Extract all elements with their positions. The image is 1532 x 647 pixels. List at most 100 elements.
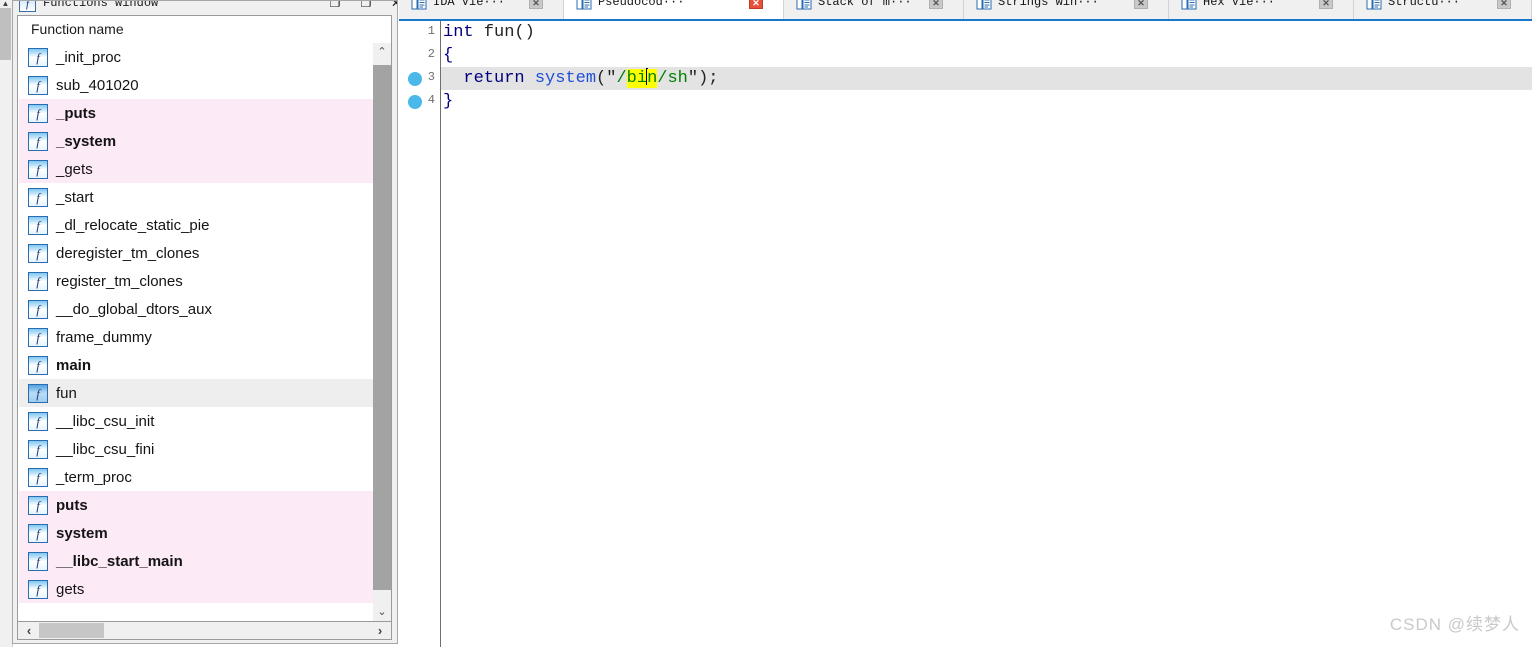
ida-view-icon [411, 0, 427, 10]
function-f-icon: f [28, 271, 48, 291]
function-f-icon: f [28, 467, 48, 487]
function-list-item[interactable]: f deregister_tm_clones [19, 239, 374, 267]
horizontal-scrollbar-thumb[interactable] [39, 623, 104, 638]
function-list-item[interactable]: f _puts [19, 99, 374, 127]
function-list-item[interactable]: f __libc_start_main [19, 547, 374, 575]
column-header-function-name: Function name [31, 21, 124, 37]
functions-vertical-scrollbar[interactable]: ⌃ ⌄ [373, 43, 391, 621]
call-system[interactable]: system [535, 69, 596, 88]
function-signature: fun() [473, 23, 535, 42]
close-brace: } [443, 92, 454, 111]
open-brace: { [443, 46, 454, 65]
string-suffix: /sh [657, 69, 688, 88]
tab-close-icon[interactable]: ✕ [1497, 0, 1511, 9]
function-list-item[interactable]: f _init_proc [19, 43, 374, 71]
close-quote-paren-semicolon: "); [687, 69, 719, 88]
view-tab[interactable]: Strings win··· ✕ [964, 0, 1169, 20]
function-list-item[interactable]: f _system [19, 127, 374, 155]
functions-list[interactable]: f _init_proc f sub_401020 f _puts f _system f _ge… [19, 43, 374, 621]
view-tab-label: IDA Vie··· [433, 0, 506, 9]
function-list-item[interactable]: f __libc_csu_fini [19, 435, 374, 463]
function-list-item[interactable]: f __do_global_dtors_aux [19, 295, 374, 323]
function-name-label: _system [56, 132, 117, 150]
strings-icon [976, 0, 992, 10]
function-list-item[interactable]: f frame_dummy [19, 323, 374, 351]
function-list-item[interactable]: f _gets [19, 155, 374, 183]
functions-window: f Functions window ❐ ❐ ✕ Function name f… [12, 0, 398, 644]
function-name-label: _term_proc [56, 468, 132, 486]
function-list-item[interactable]: f _dl_relocate_static_pie [19, 211, 374, 239]
view-tab-label: Stack of m··· [818, 0, 912, 9]
function-list-item[interactable]: f __libc_csu_init [19, 407, 374, 435]
pseudocode-view[interactable]: 1 int fun() 2 { 3 return system("/bin/sh… [399, 21, 1532, 647]
function-list-item[interactable]: f gets [19, 575, 374, 603]
function-name-label: register_tm_clones [56, 272, 183, 290]
scroll-up-icon[interactable]: ⌃ [373, 43, 391, 61]
view-tab-label: Strings win··· [998, 0, 1099, 9]
function-name-label: main [56, 356, 92, 374]
tab-close-icon[interactable]: ✕ [929, 0, 943, 9]
function-list-item[interactable]: f register_tm_clones [19, 267, 374, 295]
function-list-item[interactable]: f _term_proc [19, 463, 374, 491]
tab-close-icon[interactable]: ✕ [1319, 0, 1333, 9]
function-name-label: deregister_tm_clones [56, 244, 200, 262]
function-f-icon: f [28, 187, 48, 207]
maximize-button[interactable]: ❐ [326, 1, 344, 10]
functions-horizontal-scrollbar[interactable]: ‹ › [17, 621, 392, 640]
view-tab[interactable]: Pseudocod··· ✕ [564, 0, 784, 20]
function-name-label: __libc_csu_init [56, 412, 155, 430]
function-f-icon: f [28, 439, 48, 459]
view-tab[interactable]: Structu··· ✕ [1354, 0, 1532, 20]
code-line: 4 } [399, 90, 1532, 113]
function-list-item[interactable]: f _start [19, 183, 374, 211]
function-f-icon: f [28, 75, 48, 95]
code-text: int fun() [443, 21, 535, 44]
close-button[interactable]: ✕ [387, 1, 397, 10]
scroll-down-icon[interactable]: ⌄ [373, 603, 391, 621]
scroll-right-icon[interactable]: › [371, 622, 389, 639]
function-name-label: system [56, 524, 108, 542]
dock-collapse-icon[interactable]: ▲ [1, 0, 10, 8]
tab-close-icon[interactable]: ✕ [749, 0, 763, 9]
stack-icon [796, 0, 812, 10]
function-list-item[interactable]: f puts [19, 491, 374, 519]
view-tabbar[interactable]: IDA Vie··· ✕ Pseudocod··· ✕ Stack of m··· ✕ St… [399, 0, 1532, 20]
code-line: 1 int fun() [399, 21, 1532, 44]
function-name-label: gets [56, 580, 85, 598]
function-name-label: puts [56, 496, 88, 514]
string-prefix: / [616, 69, 627, 88]
gutter-separator [440, 21, 441, 647]
function-list-item[interactable]: f sub_401020 [19, 71, 374, 99]
restore-button[interactable]: ❐ [357, 1, 375, 10]
function-list-item[interactable]: f main [19, 351, 374, 379]
vertical-scrollbar-thumb[interactable] [373, 65, 391, 590]
function-f-icon: f [28, 327, 48, 347]
view-tab[interactable]: Hex Vie··· ✕ [1169, 0, 1354, 20]
tab-close-icon[interactable]: ✕ [529, 0, 543, 9]
functions-column-header[interactable]: Function name [18, 16, 391, 43]
tab-close-icon[interactable]: ✕ [1134, 0, 1148, 9]
code-text: { [443, 44, 453, 67]
view-tab[interactable]: Stack of m··· ✕ [784, 0, 964, 20]
function-list-item[interactable]: f system [19, 519, 374, 547]
function-f-icon: f [28, 411, 48, 431]
main-pane: IDA Vie··· ✕ Pseudocod··· ✕ Stack of m··· ✕ St… [399, 0, 1532, 647]
function-name-label: __libc_start_main [56, 552, 183, 570]
view-tab[interactable]: IDA Vie··· ✕ [399, 0, 564, 20]
dock-tab-handle[interactable] [0, 8, 11, 60]
function-name-label: __libc_csu_fini [56, 440, 155, 458]
search-highlight-bin-tail: n [647, 69, 658, 88]
function-name-label: frame_dummy [56, 328, 152, 346]
code-text: return system("/bin/sh"); [443, 67, 718, 90]
line-number: 3 [427, 70, 435, 84]
view-tab-label: Hex Vie··· [1203, 0, 1276, 9]
functions-window-titlebar: f Functions window ❐ ❐ ✕ [13, 1, 397, 15]
line-number: 4 [427, 93, 435, 107]
function-f-icon: f [28, 355, 48, 375]
function-list-item[interactable]: f fun [19, 379, 374, 407]
scroll-left-icon[interactable]: ‹ [20, 622, 38, 639]
function-name-label: sub_401020 [56, 76, 139, 94]
ida-pro-window: ▲ f Functions window ❐ ❐ ✕ Function name… [0, 0, 1532, 647]
functions-list-panel: Function name f _init_procf sub_401020 f _pu… [17, 15, 392, 622]
